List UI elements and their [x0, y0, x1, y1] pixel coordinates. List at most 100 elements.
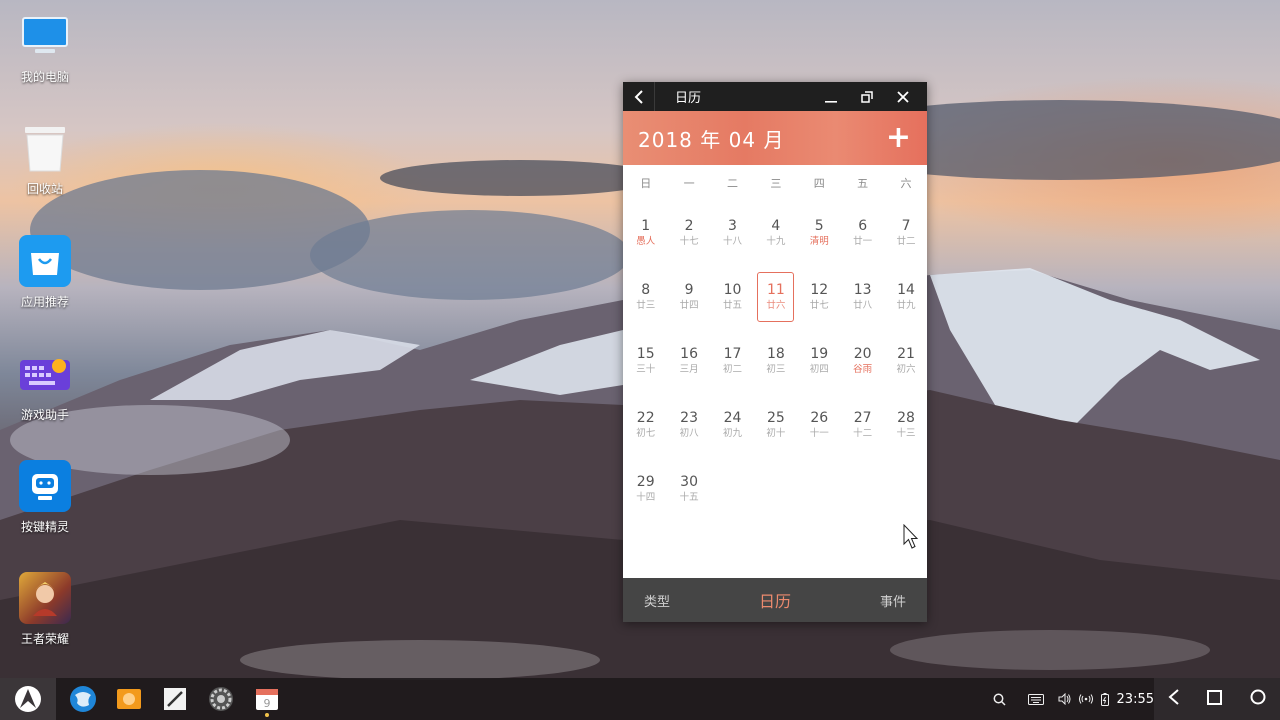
day-cell[interactable]: 1 愚人 — [624, 201, 667, 265]
lunar-date: 三十 — [636, 364, 656, 375]
taskbar-app-settings[interactable] — [198, 678, 244, 720]
lunar-date: 十二 — [853, 428, 873, 439]
day-number: 25 — [766, 410, 785, 426]
taskbar-app-browser[interactable] — [60, 678, 106, 720]
day-number: 17 — [723, 346, 742, 362]
year-value: 2018 — [638, 127, 693, 152]
notes-icon — [164, 688, 186, 710]
day-cell[interactable]: 5 清明 — [798, 201, 841, 265]
tab-calendar[interactable]: 日历 — [759, 588, 791, 612]
day-cell[interactable]: 9 廿四 — [667, 265, 710, 329]
day-cell[interactable]: 3 十八 — [711, 201, 754, 265]
tray-search[interactable] — [993, 693, 1006, 706]
day-cell[interactable]: 30 十五 — [667, 457, 710, 521]
day-cell[interactable]: 7 廿二 — [884, 201, 927, 265]
day-cell[interactable]: 24 初九 — [711, 393, 754, 457]
desktop-icon-my-computer[interactable]: 我的电脑 — [10, 10, 80, 85]
add-event-button[interactable]: + — [886, 123, 911, 153]
start-button[interactable] — [0, 678, 56, 720]
day-cell-today[interactable]: 11 廿六 — [754, 265, 797, 329]
day-number: 19 — [810, 346, 829, 362]
day-cell[interactable]: 12 廿七 — [798, 265, 841, 329]
tray-keyboard[interactable] — [1027, 693, 1044, 705]
lunar-date: 十一 — [809, 428, 829, 439]
desktop-icon-label: 按键精灵 — [20, 520, 69, 534]
day-cell[interactable]: 18 初三 — [754, 329, 797, 393]
festival-label: 清明 — [809, 236, 829, 247]
minimize-button[interactable] — [813, 82, 849, 111]
festival-label: 愚人 — [636, 236, 656, 247]
taskbar-app-calendar[interactable]: 9 — [244, 678, 290, 720]
taskbar: 9 23:55 — [0, 678, 1280, 720]
day-cell[interactable]: 23 初八 — [667, 393, 710, 457]
day-number: 1 — [641, 218, 651, 234]
day-cell[interactable]: 25 初十 — [754, 393, 797, 457]
bottom-tabs: 类型 日历 事件 — [623, 578, 927, 622]
current-month[interactable]: 2018 年 04 月 — [638, 124, 784, 153]
desktop-icon-recycle-bin[interactable]: 回收站 — [10, 122, 80, 197]
back-button[interactable] — [623, 82, 655, 111]
lunar-date: 十五 — [679, 492, 699, 503]
day-number: 24 — [723, 410, 742, 426]
lunar-date: 廿八 — [853, 300, 873, 311]
calendar-icon: 9 — [256, 689, 278, 710]
nav-home-button[interactable] — [1207, 689, 1223, 709]
start-logo-icon — [15, 686, 41, 712]
festival-label: 谷雨 — [853, 364, 873, 375]
taskbar-app-notes[interactable] — [152, 678, 198, 720]
day-cell[interactable]: 19 初四 — [798, 329, 841, 393]
clock[interactable]: 23:55 — [1117, 692, 1154, 707]
browser-icon — [70, 686, 96, 712]
lunar-date: 初四 — [809, 364, 829, 375]
day-number: 30 — [680, 474, 698, 490]
weekday-header: 日一二三四五六 — [623, 165, 927, 201]
computer-icon — [19, 10, 71, 62]
day-cell[interactable]: 22 初七 — [624, 393, 667, 457]
close-button[interactable] — [885, 82, 921, 111]
app-store-icon — [19, 235, 71, 287]
desktop-icon-game-assistant[interactable]: 游戏助手 — [10, 348, 80, 423]
month-grid: 1 愚人 2 十七 3 十八 4 十九 5 清明 6 廿一 7 廿二 8 廿三 9 廿四 10 廿五 11 廿六 12 廿七 1… — [623, 201, 927, 521]
lunar-date: 廿二 — [896, 236, 916, 247]
nav-back-button[interactable] — [1168, 689, 1180, 709]
desktop-icon-app-store[interactable]: 应用推荐 — [10, 235, 80, 310]
day-number: 16 — [680, 346, 698, 362]
day-cell[interactable]: 6 廿一 — [841, 201, 884, 265]
day-cell[interactable]: 4 十九 — [754, 201, 797, 265]
day-cell[interactable]: 21 初六 — [884, 329, 927, 393]
desktop-icon-key-wizard[interactable]: 按键精灵 — [10, 460, 80, 535]
day-number: 23 — [680, 410, 698, 426]
day-number: 27 — [853, 410, 872, 426]
desktop-icon-honor-of-kings[interactable]: 王者荣耀 — [10, 572, 80, 647]
day-cell[interactable]: 8 廿三 — [624, 265, 667, 329]
maximize-button[interactable] — [849, 82, 885, 111]
day-cell[interactable]: 15 三十 — [624, 329, 667, 393]
day-cell[interactable]: 17 初二 — [711, 329, 754, 393]
day-cell[interactable]: 27 十二 — [841, 393, 884, 457]
tray-volume[interactable] — [1058, 693, 1071, 705]
keyboard-icon — [1027, 693, 1044, 705]
volume-icon — [1058, 693, 1071, 705]
day-cell[interactable]: 26 十一 — [798, 393, 841, 457]
day-cell[interactable]: 20 谷雨 — [841, 329, 884, 393]
day-cell[interactable]: 29 十四 — [624, 457, 667, 521]
day-cell[interactable]: 10 廿五 — [711, 265, 754, 329]
taskbar-app-files[interactable] — [106, 678, 152, 720]
tab-events[interactable]: 事件 — [880, 591, 906, 610]
nav-recents-button[interactable] — [1250, 689, 1266, 709]
day-cell[interactable]: 14 廿九 — [884, 265, 927, 329]
lunar-date: 十七 — [679, 236, 699, 247]
tab-type[interactable]: 类型 — [644, 591, 670, 610]
tray-battery[interactable] — [1100, 692, 1109, 706]
day-cell[interactable]: 16 三月 — [667, 329, 710, 393]
lunar-date: 初三 — [766, 364, 786, 375]
day-cell[interactable]: 13 廿八 — [841, 265, 884, 329]
tray-network[interactable] — [1078, 694, 1093, 704]
month-header: 2018 年 04 月 + — [623, 111, 927, 165]
calendar-window: 日历 2018 年 04 月 + 日一二三四五六 1 愚人 2 十七 3 十八 4 十九 5 清明… — [623, 82, 927, 622]
day-cell[interactable]: 2 十七 — [667, 201, 710, 265]
day-cell[interactable]: 28 十三 — [884, 393, 927, 457]
lunar-date: 廿一 — [853, 236, 873, 247]
day-number: 13 — [853, 282, 872, 298]
month-char: 月 — [763, 127, 785, 152]
